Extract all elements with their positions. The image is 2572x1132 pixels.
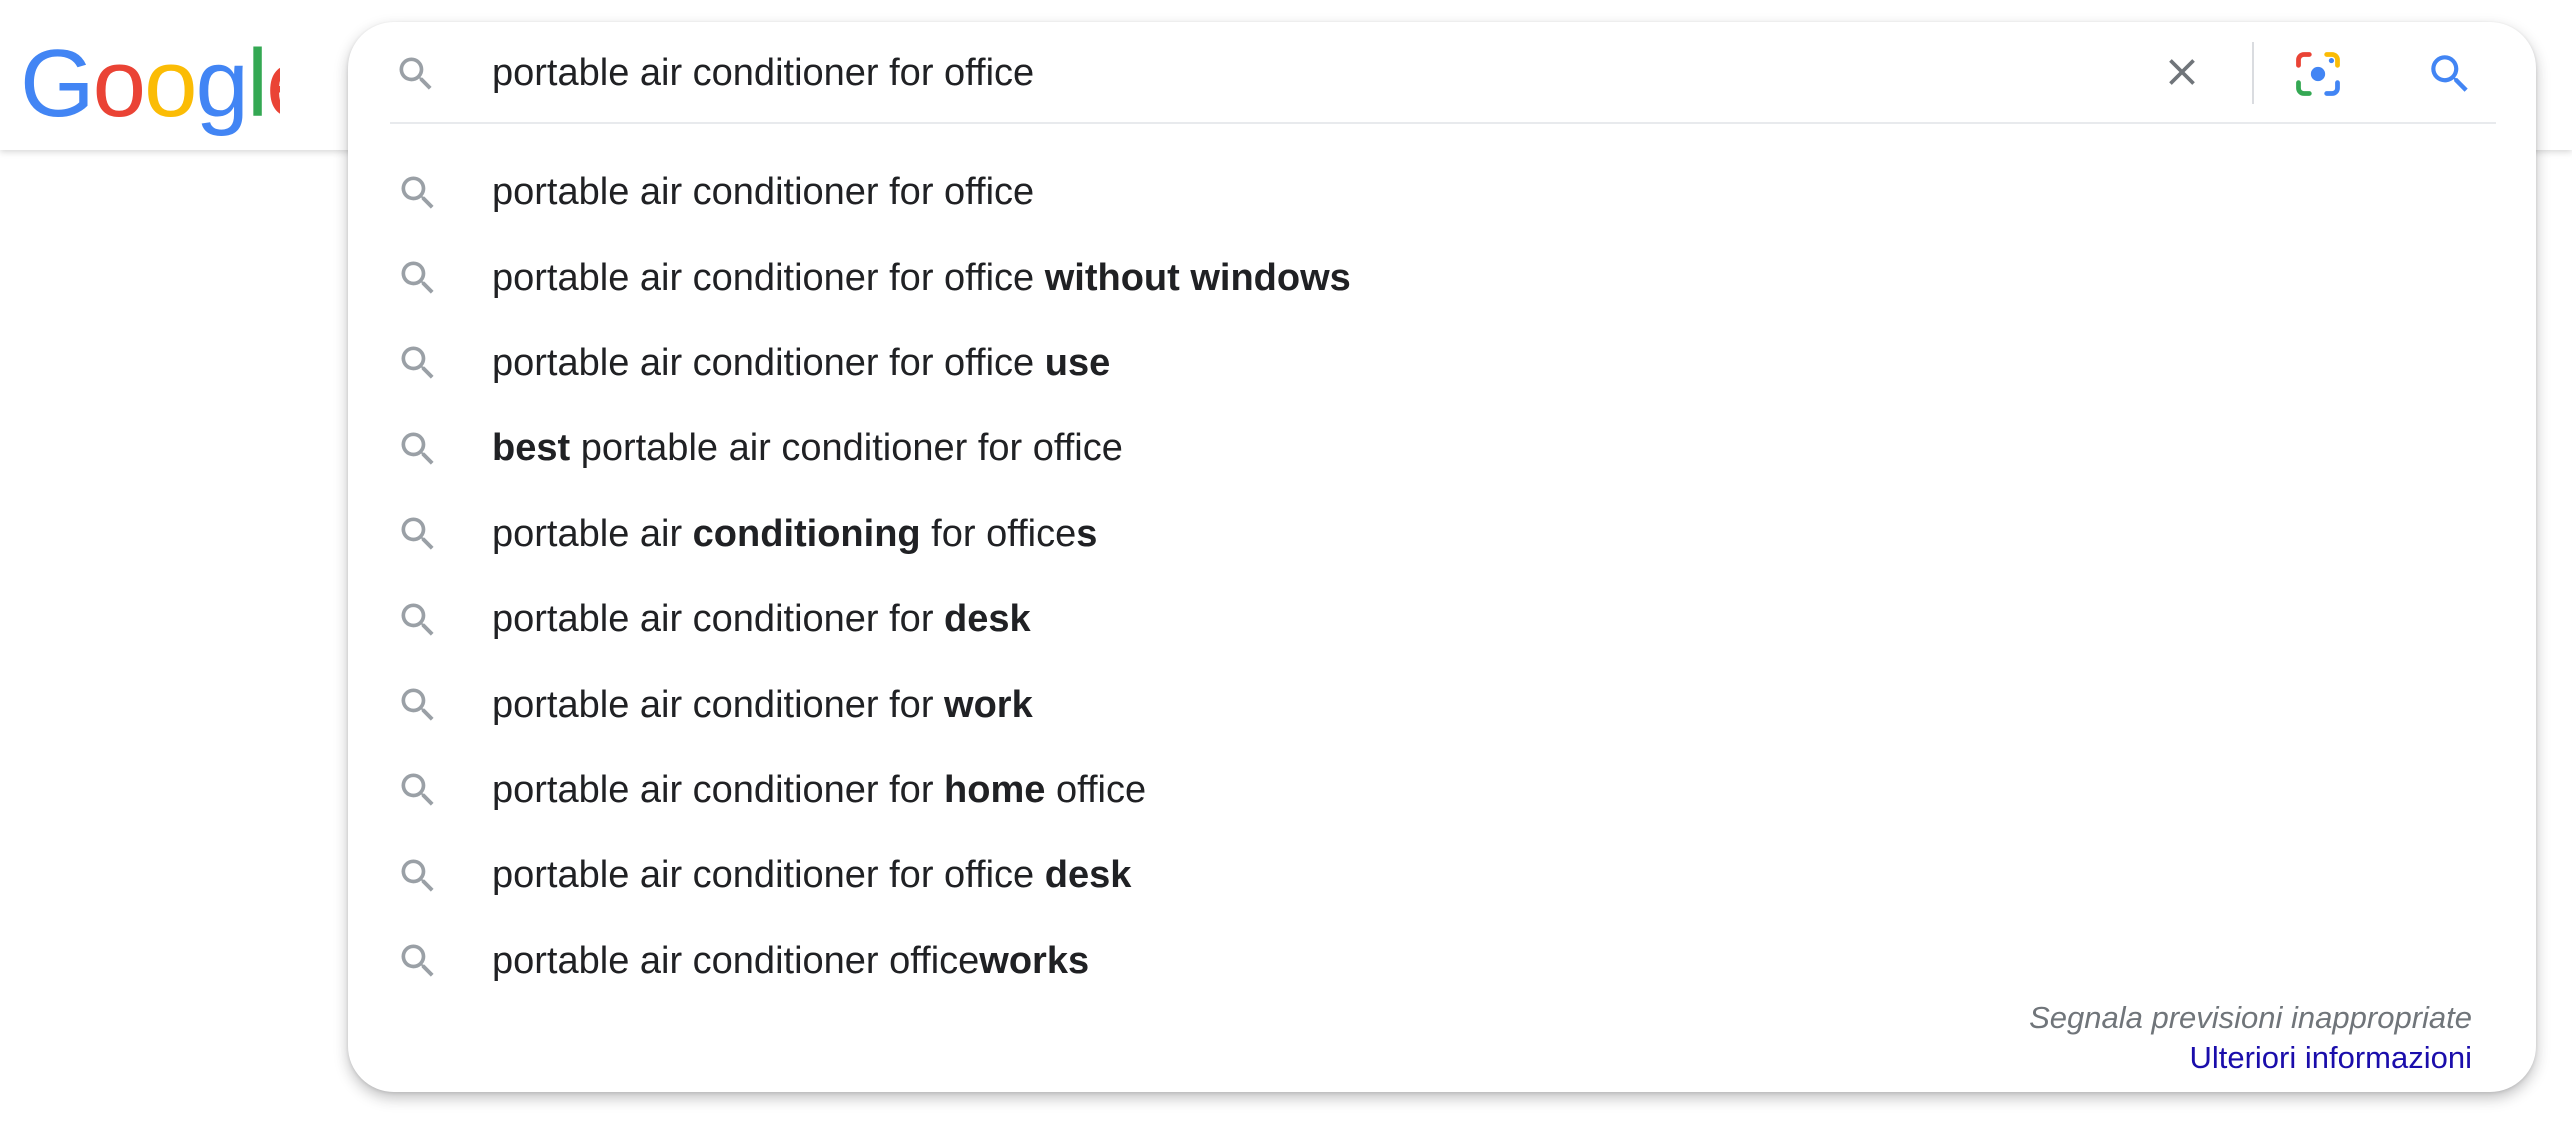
- suggestion-text: best portable air conditioner for office: [492, 427, 1123, 470]
- logo-letter: e: [266, 30, 280, 136]
- suggestion-plain-part: portable air conditioner for office: [492, 854, 1045, 897]
- suggestion-plain-part: portable air conditioner for office: [492, 256, 1045, 299]
- search-icon: [401, 346, 434, 380]
- suggestion-text: portable air conditioning for offices: [492, 513, 1097, 556]
- search-icon: [401, 432, 434, 465]
- logo-letter: l: [247, 30, 266, 136]
- suggestion-item[interactable]: portable air conditioning for offices: [348, 492, 2536, 577]
- suggestion-plain-part: for office: [920, 512, 1077, 555]
- google-logo[interactable]: Google: [20, 26, 280, 136]
- autocomplete-footer: Segnala previsioni inappropriate Ulterio…: [2029, 998, 2472, 1078]
- search-input[interactable]: [492, 42, 2192, 104]
- suggestion-item[interactable]: portable air conditioner for desk: [348, 577, 2536, 662]
- search-icon: [401, 261, 434, 294]
- suggestion-bold-part: desk: [944, 598, 1031, 641]
- suggestion-list: portable air conditioner for office porta…: [348, 150, 2536, 1004]
- suggestion-item[interactable]: portable air conditioner for office use: [348, 321, 2536, 406]
- suggestion-text: portable air conditioner for office desk: [492, 854, 1131, 897]
- search-icon: [401, 944, 434, 977]
- suggestion-text: portable air conditioner for office with…: [492, 257, 1351, 300]
- search-autocomplete-panel: portable air conditioner for office porta…: [348, 22, 2536, 1092]
- suggestion-plain-part: portable air conditioner office: [492, 939, 980, 982]
- logo-letter: g: [195, 30, 246, 136]
- suggestion-bold-part: desk: [1044, 854, 1132, 897]
- suggestion-bold-part: without windows: [1044, 256, 1351, 299]
- google-logo-wordmark: Google: [20, 30, 280, 136]
- suggestion-item[interactable]: portable air conditioner for office: [348, 150, 2536, 235]
- search-icon: [401, 176, 434, 209]
- logo-letter: o: [93, 30, 144, 136]
- search-icon: [401, 517, 434, 550]
- suggestion-text: portable air conditioner for office: [492, 171, 1034, 214]
- suggestion-bold-part: home: [944, 768, 1046, 811]
- search-icon: [401, 859, 434, 892]
- suggestion-plain-part: portable air conditioner for: [492, 598, 945, 641]
- suggestion-item[interactable]: portable air conditioner for home office: [348, 748, 2536, 833]
- suggestion-text: portable air conditioner for desk: [492, 598, 1031, 641]
- search-icon: [2431, 55, 2468, 92]
- suggestion-text: portable air conditioner for home office: [492, 769, 1146, 812]
- logo-letter: G: [20, 30, 93, 136]
- suggestion-item[interactable]: best portable air conditioner for office: [348, 406, 2536, 491]
- search-box: [348, 22, 2536, 122]
- google-lens-button[interactable]: [2286, 42, 2350, 106]
- suggestion-text: portable air conditioner officeworks: [492, 940, 1089, 983]
- suggestion-bold-part: use: [1044, 341, 1111, 384]
- suggestion-bold-part: best: [492, 427, 571, 470]
- report-predictions-link[interactable]: Segnala previsioni inappropriate: [2029, 998, 2472, 1038]
- clear-search-button[interactable]: [2154, 44, 2210, 100]
- search-icon: [401, 603, 434, 636]
- suggestion-bold-part: works: [979, 939, 1090, 982]
- suggestion-bold-part: s: [1076, 512, 1098, 555]
- search-icon: [401, 688, 434, 721]
- logo-letter: o: [144, 30, 195, 136]
- suggestion-plain-part: portable air conditioner for office: [570, 427, 1123, 470]
- close-icon: [2169, 59, 2195, 85]
- suggestion-plain-part: office: [1045, 768, 1147, 811]
- suggestion-plain-part: portable air conditioner for: [492, 683, 945, 726]
- suggestion-text: portable air conditioner for work: [492, 684, 1033, 727]
- suggestion-plain-part: portable air: [492, 512, 693, 555]
- search-box-divider: [2252, 42, 2254, 104]
- suggestion-item[interactable]: portable air conditioner for work: [348, 662, 2536, 747]
- google-lens-icon: [2296, 52, 2340, 96]
- search-icon: [399, 57, 432, 90]
- suggestion-plain-part: portable air conditioner for office: [492, 341, 1045, 384]
- search-box-separator: [390, 122, 2496, 124]
- suggestion-plain-part: portable air conditioner for office: [492, 171, 1035, 214]
- suggestion-item[interactable]: portable air conditioner officeworks: [348, 919, 2536, 1004]
- suggestion-text: portable air conditioner for office use: [492, 342, 1110, 385]
- search-icon: [401, 773, 434, 806]
- suggestion-plain-part: portable air conditioner for: [492, 768, 945, 811]
- svg-text:Google: Google: [20, 30, 280, 136]
- learn-more-link[interactable]: Ulteriori informazioni: [2029, 1038, 2472, 1078]
- suggestion-item[interactable]: portable air conditioner for office with…: [348, 235, 2536, 320]
- suggestion-item[interactable]: portable air conditioner for office desk: [348, 833, 2536, 918]
- search-submit-button[interactable]: [2418, 42, 2482, 106]
- suggestion-bold-part: work: [944, 683, 1033, 726]
- page: Google: [0, 0, 2572, 1132]
- suggestion-bold-part: conditioning: [692, 512, 921, 555]
